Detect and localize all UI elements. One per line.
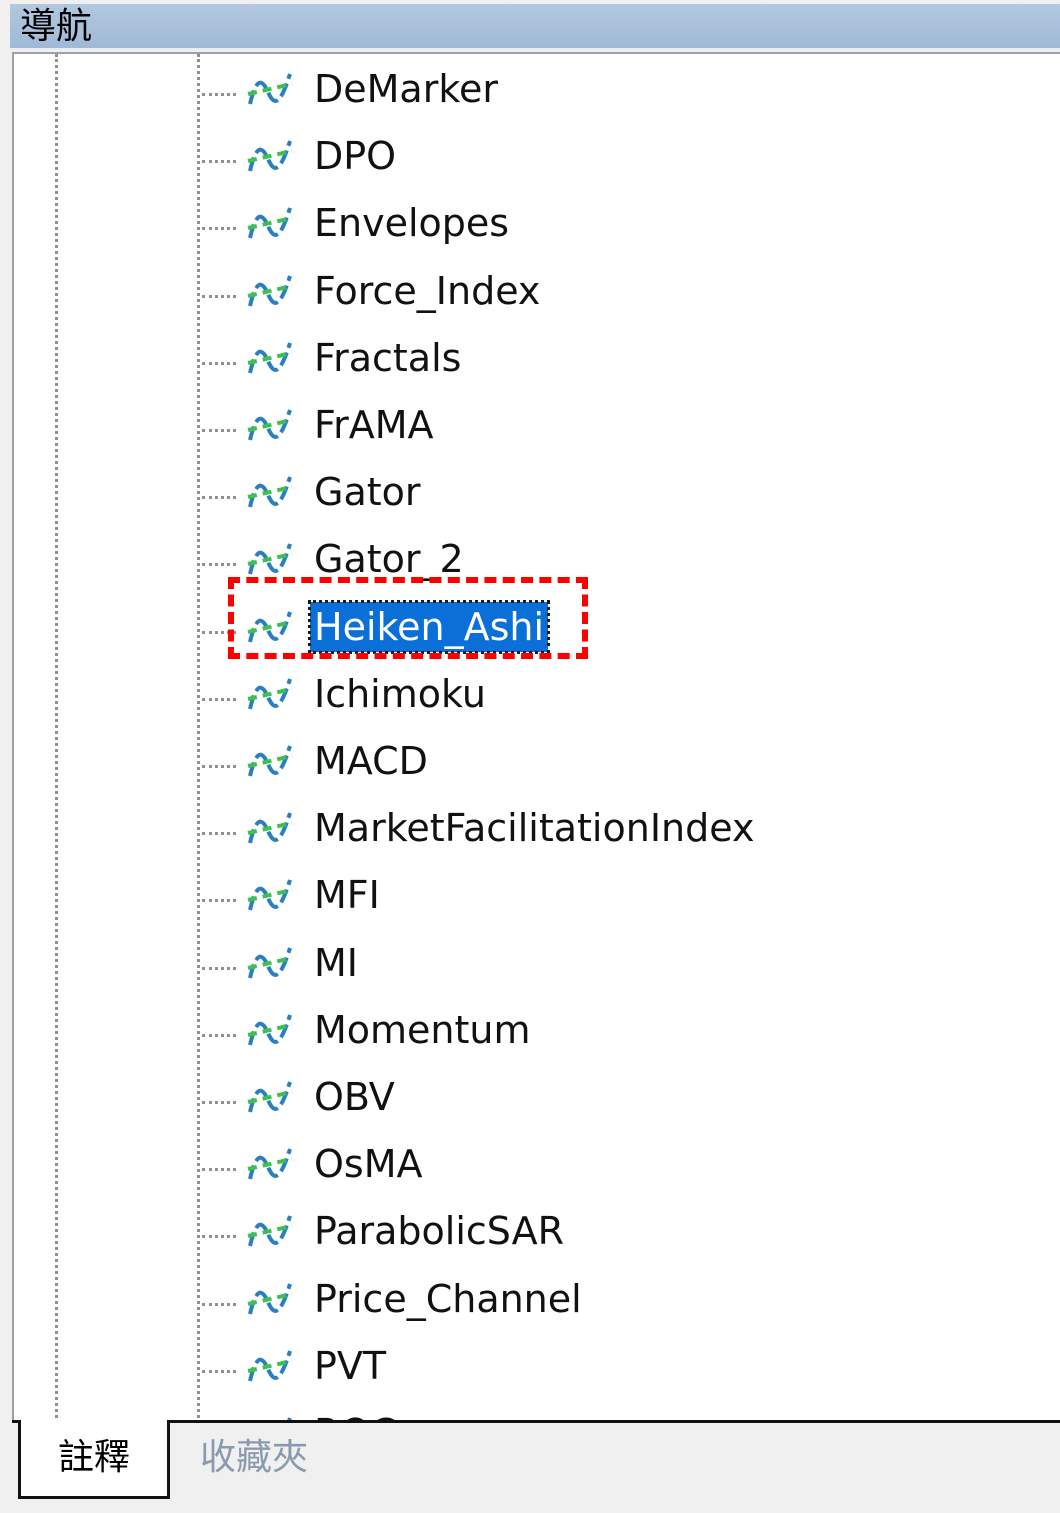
navigator-tabs: 註釋 收藏夾: [12, 1420, 1060, 1513]
tree-item-label[interactable]: OsMA: [310, 1139, 427, 1189]
indicator-icon: [246, 137, 294, 177]
tree-connector: [202, 93, 236, 96]
indicator-icon: [246, 742, 294, 782]
indicator-icon: [246, 339, 294, 379]
tree-item[interactable]: Fractals: [14, 329, 1014, 389]
tree-connector: [202, 227, 236, 231]
tree-connector: [202, 1033, 236, 1037]
tree-item[interactable]: Force_Index: [14, 262, 1014, 322]
tree-item-label[interactable]: OBV: [310, 1072, 399, 1122]
tree-connector: [202, 630, 236, 634]
indicator-icon: [246, 1347, 294, 1387]
indicator-icon: [246, 1145, 294, 1185]
tree-item[interactable]: MACD: [14, 732, 1014, 792]
tree-item-label[interactable]: DeMarker: [310, 64, 502, 114]
indicator-icon: [246, 809, 294, 849]
indicator-icon: [246, 272, 294, 312]
indicator-icon: [246, 406, 294, 446]
tree-item-label[interactable]: MFI: [310, 870, 384, 920]
tree-item-label[interactable]: PVT: [310, 1341, 390, 1391]
tree-item[interactable]: FrAMA: [14, 396, 1014, 456]
tree-item[interactable]: PVT: [14, 1337, 1014, 1397]
tree-item[interactable]: Gator: [14, 463, 1014, 523]
indicator-icon: [246, 1212, 294, 1252]
tree-connector: [202, 966, 236, 970]
tree-connector: [202, 832, 236, 836]
navigator-title: 導航: [20, 6, 93, 47]
indicator-icon: [246, 675, 294, 715]
tab-annotations[interactable]: 註釋: [18, 1420, 170, 1499]
indicator-icon: [246, 944, 294, 984]
indicator-icon: [246, 876, 294, 916]
tree-item[interactable]: Heiken_Ashi: [14, 598, 1014, 658]
tree-item[interactable]: Gator_2: [14, 530, 1014, 590]
tree-item-label[interactable]: Gator_2: [310, 534, 468, 584]
tree-item[interactable]: Momentum: [14, 1001, 1014, 1061]
tree-connector: [202, 765, 236, 768]
indicator-icon: [246, 473, 294, 513]
tree-item[interactable]: DPO: [14, 127, 1014, 187]
tree-item-label[interactable]: Envelopes: [310, 198, 513, 248]
tree-item-label[interactable]: Fractals: [310, 333, 465, 383]
indicator-icon: [246, 1280, 294, 1320]
tree-connector: [202, 1168, 236, 1172]
tree-item-label[interactable]: MACD: [310, 736, 432, 786]
tree-connector: [202, 697, 236, 701]
tree-connector: [202, 294, 236, 298]
tree-item[interactable]: MFI: [14, 866, 1014, 926]
tree-item[interactable]: Ichimoku: [14, 665, 1014, 725]
tree-item[interactable]: MI: [14, 934, 1014, 994]
tree-item[interactable]: OBV: [14, 1068, 1014, 1128]
tree-connector: [202, 1302, 236, 1306]
tree-connector: [202, 1369, 236, 1373]
tree-connector: [202, 361, 236, 365]
tab-favorites[interactable]: 收藏夾: [200, 1420, 308, 1496]
tree-item-label[interactable]: DPO: [310, 131, 400, 181]
tree-item-label[interactable]: Gator: [310, 467, 425, 517]
tree-connector: [202, 563, 236, 567]
navigator-title-bar: 導航: [10, 4, 1060, 50]
tree-item[interactable]: DeMarker: [14, 60, 1014, 120]
indicator-icon: [246, 204, 294, 244]
tree-connector: [202, 160, 236, 164]
tree-item[interactable]: MarketFacilitationIndex: [14, 799, 1014, 859]
tree-connector: [202, 1101, 236, 1104]
tree-connector: [202, 429, 236, 432]
tree-item-label[interactable]: MarketFacilitationIndex: [310, 803, 758, 853]
tree-item-label[interactable]: ParabolicSAR: [310, 1206, 568, 1256]
indicator-icon: [246, 70, 294, 110]
indicator-icon: [246, 1078, 294, 1118]
tree-item-label[interactable]: Force_Index: [310, 266, 544, 316]
tree-item[interactable]: OsMA: [14, 1135, 1014, 1195]
tree-connector: [202, 496, 236, 500]
tree-item-label[interactable]: Ichimoku: [310, 669, 490, 719]
navigator-tree[interactable]: DeMarker DPO Envelopes Force_Index Fractals F…: [12, 52, 1060, 1424]
tree-item-label[interactable]: Heiken_Ashi: [307, 599, 551, 654]
indicator-icon: [246, 1011, 294, 1051]
tree-item-label[interactable]: Price_Channel: [310, 1274, 586, 1324]
tree-item[interactable]: ParabolicSAR: [14, 1202, 1014, 1262]
tree-item-label[interactable]: MI: [310, 938, 362, 988]
tree-connector: [202, 899, 236, 903]
tree-item[interactable]: Price_Channel: [14, 1270, 1014, 1330]
indicator-icon: [246, 540, 294, 580]
indicator-icon: [246, 608, 294, 648]
tree-item-label[interactable]: Momentum: [310, 1005, 535, 1055]
tree-item[interactable]: Envelopes: [14, 194, 1014, 254]
tree-item-label[interactable]: FrAMA: [310, 400, 438, 450]
tree-connector: [202, 1235, 236, 1239]
